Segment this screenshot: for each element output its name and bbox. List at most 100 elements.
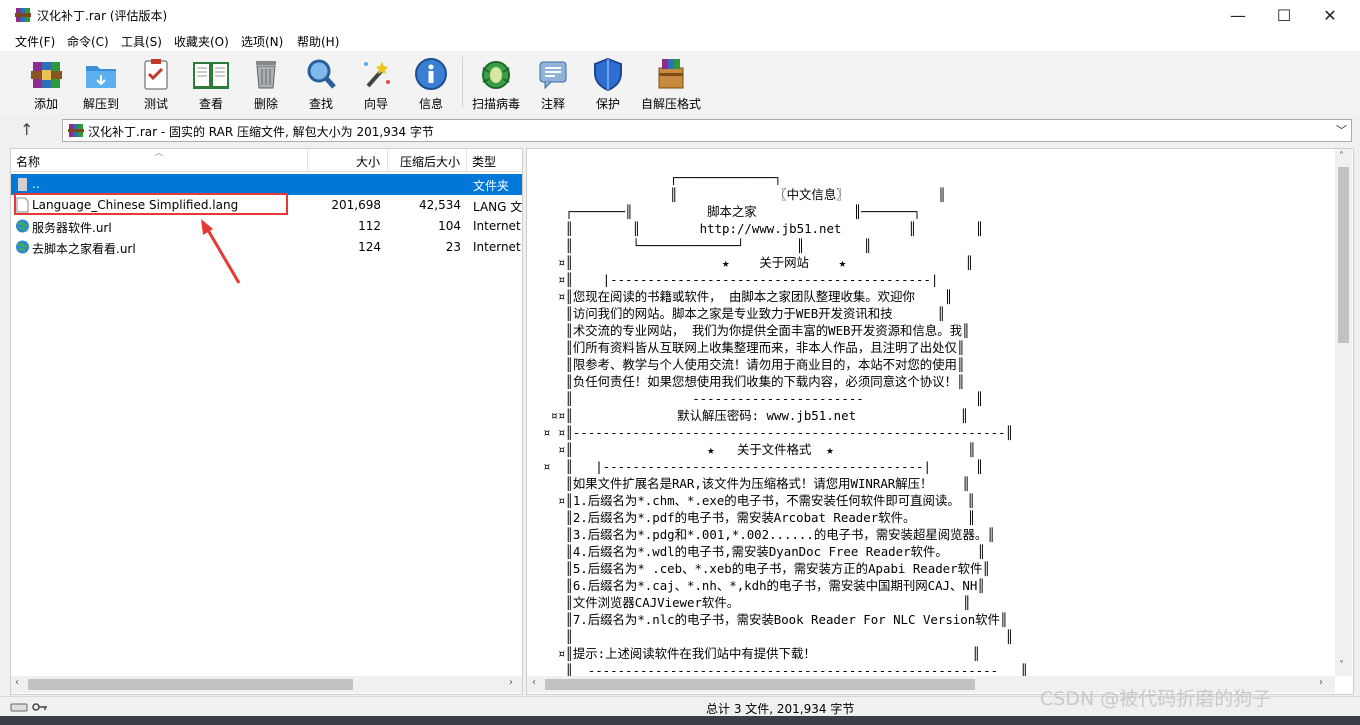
find-icon [307, 59, 336, 89]
drive-key-icon [10, 703, 47, 712]
view-icon [193, 62, 229, 89]
file-size: 112 [358, 219, 381, 233]
menu-tools[interactable]: 工具(S) [121, 33, 162, 50]
arrow-up-icon: ↑ [20, 120, 34, 139]
annotation-arrow-icon [201, 219, 241, 284]
archive-comment-pane: ┌─────────────┐ ║ 〖中文信息〗 ║ ┌───────║ 脚本之… [526, 148, 1354, 695]
menu-options[interactable]: 选项(N) [241, 33, 283, 50]
file-type: 文件夹 [473, 179, 510, 193]
close-button[interactable]: ✕ [1307, 0, 1353, 30]
toolbar-wizard-button[interactable]: 向导 [348, 56, 404, 112]
menu-bar: 文件(F) 命令(C) 工具(S) 收藏夹(O) 选项(N) 帮助(H) [0, 30, 1360, 51]
comment-icon [539, 61, 567, 90]
up-folder-button[interactable]: ↑ [20, 120, 40, 140]
chevron-down-icon[interactable]: ﹀ [1336, 122, 1347, 138]
comment-line: ║4.后缀名为*.wdl的电子书,需安装DyanDoc Free Reader软… [543, 544, 986, 559]
comment-line: ║ ║ http://www.jb51.net ║ ║ [543, 221, 984, 236]
scroll-left-icon[interactable]: ‹ [532, 677, 536, 688]
status-summary: 总计 3 文件, 201,934 字节 [706, 702, 855, 716]
file-list: ︿ 名称 大小 压缩后大小 类型 .. 文件夹 Language_Chinese… [10, 148, 523, 695]
archive-comment-text: ┌─────────────┐ ║ 〖中文信息〗 ║ ┌───────║ 脚本之… [543, 169, 1333, 679]
comment-line: ║术交流的专业网站， 我们为你提供全面丰富的WEB开发资源和信息。我║ [543, 323, 970, 338]
column-divider [387, 149, 388, 171]
address-bar: ↑ 汉化补丁.rar - 固实的 RAR 压缩文件, 解包大小为 201,934… [0, 116, 1360, 144]
minimize-button[interactable]: — [1215, 0, 1261, 30]
address-field[interactable]: 汉化补丁.rar - 固实的 RAR 压缩文件, 解包大小为 201,934 字… [62, 119, 1352, 142]
minimize-icon: — [1230, 5, 1246, 25]
file-size: 124 [358, 240, 381, 254]
comment-vertical-scrollbar[interactable]: ˄ ˅ [1335, 149, 1352, 676]
column-header: ︿ 名称 大小 压缩后大小 类型 [11, 148, 522, 172]
column-name[interactable]: 名称 [16, 153, 40, 170]
comment-line: ¤║您现在阅读的书籍或软件， 由脚本之家团队整理收集。欢迎你 ║ [543, 289, 953, 304]
list-item[interactable]: 去脚本之家看看.url 124 23 Internet [11, 237, 522, 258]
file-name: 服务器软件.url [32, 221, 112, 235]
toolbar-sfx-label: 自解压格式 [640, 97, 701, 111]
wizard-icon [364, 62, 390, 88]
toolbar-separator [462, 57, 463, 107]
address-text: 汉化补丁.rar - 固实的 RAR 压缩文件, 解包大小为 201,934 字… [88, 125, 434, 139]
menu-file[interactable]: 文件(F) [15, 33, 55, 50]
menu-help[interactable]: 帮助(H) [297, 33, 339, 50]
scroll-left-icon[interactable]: ‹ [15, 677, 19, 688]
comment-line: ¤║ |------------------------------------… [543, 272, 939, 287]
comment-line: ║ 〖中文信息〗 ║ [543, 187, 946, 202]
scrollbar-thumb[interactable] [28, 679, 353, 690]
toolbar-virus-scan-label: 扫描病毒 [471, 97, 520, 111]
column-type[interactable]: 类型 [472, 153, 496, 170]
toolbar-view-button[interactable]: 查看 [183, 56, 239, 112]
toolbar-info-button[interactable]: 信息 [403, 56, 459, 112]
scrollbar-thumb[interactable] [545, 679, 975, 690]
comment-line: ║文件浏览器CAJViewer软件。 ║ [543, 595, 971, 610]
protect-icon [594, 57, 622, 92]
maximize-button[interactable]: ☐ [1261, 0, 1307, 30]
menu-favorites[interactable]: 收藏夹(O) [174, 33, 229, 50]
scroll-right-icon[interactable]: › [1319, 677, 1323, 688]
toolbar-delete-button[interactable]: 删除 [238, 56, 294, 112]
rar-archive-icon [68, 124, 84, 137]
scrollbar-thumb[interactable] [1338, 167, 1349, 343]
extract-to-icon [86, 66, 116, 88]
highlight-box [14, 193, 288, 215]
comment-line: ┌─────────────┐ [543, 170, 782, 185]
comment-line: ¤¤║ 默认解压密码: www.jb51.net ║ [543, 408, 968, 423]
comment-line: ║ └─────────────┘ ║ ║ [543, 238, 872, 253]
list-item[interactable]: 服务器软件.url 112 104 Internet [11, 216, 522, 237]
toolbar-find-button[interactable]: 查找 [293, 56, 349, 112]
comment-line: ║访问我们的网站。脚本之家是专业致力于WEB开发资讯和技 ║ [543, 306, 945, 321]
comment-line: ║7.后缀名为*.nlc的电子书，需安装Book Reader For NLC … [543, 612, 1008, 627]
column-divider [307, 149, 308, 171]
scroll-down-icon[interactable]: ˅ [1339, 660, 1344, 671]
toolbar-info-label: 信息 [418, 97, 443, 111]
list-item[interactable]: .. 文件夹 [11, 174, 522, 195]
maximize-icon: ☐ [1276, 5, 1292, 25]
comment-line: ║如果文件扩展名是RAR,该文件为压缩格式！请您用WINRAR解压！ ║ [543, 476, 970, 491]
comment-line: ║6.后缀名为*.caj、*.nh、*,kdh的电子书，需安装中国期刊网CAJ、… [543, 578, 985, 593]
comment-line: ║ ----------------------- ║ [543, 391, 984, 406]
delete-icon [256, 61, 276, 89]
scroll-right-icon[interactable]: › [509, 677, 513, 688]
column-packed[interactable]: 压缩后大小 [400, 153, 460, 170]
comment-line: ¤║提示:上述阅读软件在我们站中有提供下载！ ║ [543, 646, 980, 661]
comment-line: ¤║ ★ 关于网站 ★ ║ [543, 255, 974, 270]
add-archive-icon [31, 62, 62, 88]
toolbar-virus-scan-button[interactable]: 扫描病毒 [468, 56, 524, 112]
toolbar-protect-button[interactable]: 保护 [580, 56, 636, 112]
file-type: Internet [473, 219, 521, 233]
toolbar-test-button[interactable]: 测试 [128, 56, 184, 112]
comment-line: ¤║1.后缀名为*.chm、*.exe的电子书，不需安装任何软件即可直阅读。 ║ [543, 493, 975, 508]
comment-line: ║3.后缀名为*.pdg和*.001,*.002......的电子书，需安装超星… [543, 527, 995, 542]
internet-shortcut-icon [16, 240, 29, 254]
toolbar: 添加 解压到 测试 查看 删除 查找 向导 信息 扫描病毒 注释 保护 自解压格… [0, 51, 1360, 114]
scroll-up-icon[interactable]: ˄ [1339, 151, 1344, 162]
toolbar-add-button[interactable]: 添加 [18, 56, 74, 112]
winrar-app-icon [15, 8, 31, 22]
toolbar-comment-button[interactable]: 注释 [525, 56, 581, 112]
menu-commands[interactable]: 命令(C) [67, 33, 109, 50]
toolbar-extract-button[interactable]: 解压到 [73, 56, 129, 112]
column-size[interactable]: 大小 [356, 153, 380, 170]
comment-line: ║2.后缀名为*.pdf的电子书，需安装Arcobat Reader软件。 ║ [543, 510, 976, 525]
toolbar-sfx-button[interactable]: 自解压格式 [641, 56, 701, 112]
internet-shortcut-icon [16, 219, 29, 233]
file-list-horizontal-scrollbar[interactable]: ‹ › [11, 676, 522, 693]
